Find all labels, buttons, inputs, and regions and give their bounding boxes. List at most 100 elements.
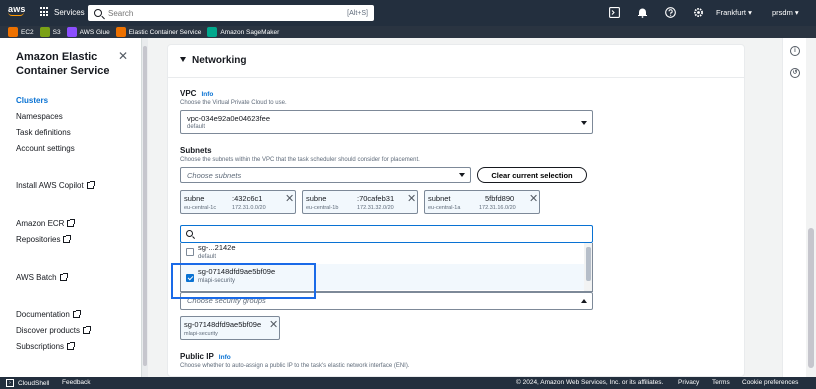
- sidebar-item-repositories[interactable]: Repositories: [16, 235, 72, 244]
- privacy-link[interactable]: Privacy: [678, 379, 699, 386]
- sidebar-item-label: Discover products: [16, 326, 81, 335]
- public-ip-info-link[interactable]: Info: [219, 354, 231, 361]
- top-navigation: aws Services [Alt+S] Frankfurt ▾ prsdm ▾: [0, 0, 816, 26]
- footer-label: CloudShell: [18, 379, 50, 387]
- global-search-input[interactable]: [108, 8, 348, 18]
- services-menu-button[interactable]: Services: [40, 7, 85, 17]
- sidebar-item-label: Install AWS Copilot: [16, 181, 84, 190]
- sidebar-item-amazon-ecr[interactable]: Amazon ECR: [16, 219, 76, 228]
- sidebar-item-label: AWS Batch: [16, 273, 57, 282]
- sidebar-item-aws-batch[interactable]: AWS Batch: [16, 273, 68, 282]
- info-icon[interactable]: i: [790, 46, 800, 56]
- close-icon[interactable]: ✕: [118, 49, 128, 63]
- cookie-preferences-link[interactable]: Cookie preferences: [742, 379, 798, 386]
- history-icon[interactable]: ↺: [790, 68, 800, 78]
- s3-service-icon: [39, 27, 50, 37]
- remove-subnet-close-icon[interactable]: ✕: [529, 192, 538, 205]
- subnet-name-suffix: :70cafeb31: [357, 194, 395, 203]
- cloudshell-button[interactable]: › CloudShell: [6, 379, 49, 387]
- sidebar-title: Amazon Elastic Container Service: [16, 51, 110, 77]
- subnet-token: subne :70cafeb31 eu-central-1b 172.31.32…: [302, 190, 418, 214]
- sidebar-item-label: Repositories: [16, 235, 61, 244]
- favorite-label: Amazon SageMaker: [220, 28, 280, 36]
- remove-security-group-close-icon[interactable]: ✕: [269, 318, 278, 331]
- subnets-placeholder: Choose subnets: [187, 171, 242, 180]
- scrollbar-thumb[interactable]: [143, 46, 147, 366]
- remove-subnet-close-icon[interactable]: ✕: [407, 192, 416, 205]
- external-link-icon: [86, 181, 95, 189]
- tools-rail: i ↺: [782, 38, 806, 377]
- subnet-cidr: 172.31.32.0/20: [357, 205, 394, 211]
- favorite-sagemaker[interactable]: Amazon SageMaker: [207, 27, 279, 37]
- option-id: sg-...2142e: [198, 243, 236, 252]
- subnet-cidr: 172.31.0.0/20: [232, 205, 266, 211]
- public-ip-label: Public IP Info: [180, 352, 231, 361]
- ecs-service-icon: [115, 27, 126, 37]
- favorite-ec2[interactable]: EC2: [8, 27, 34, 37]
- favorite-glue[interactable]: AWS Glue: [66, 27, 110, 37]
- sidebar-item-namespaces[interactable]: Namespaces: [16, 112, 63, 121]
- page-scrollbar[interactable]: [806, 38, 816, 377]
- account-menu[interactable]: prsdm ▾: [772, 8, 799, 17]
- sidebar-item-subscriptions[interactable]: Subscriptions: [16, 342, 76, 351]
- field-label-text: VPC: [180, 89, 197, 98]
- list-item[interactable]: sg-...2142e default: [181, 243, 584, 263]
- bell-icon[interactable]: [636, 7, 648, 19]
- favorite-label: EC2: [21, 28, 34, 36]
- vpc-info-link[interactable]: Info: [201, 91, 213, 98]
- terms-link[interactable]: Terms: [712, 379, 730, 386]
- feedback-link[interactable]: Feedback: [62, 379, 91, 386]
- caret-down-icon: [180, 57, 186, 62]
- selection-highlight-box: [171, 263, 316, 299]
- sagemaker-service-icon: [207, 27, 218, 37]
- scrollbar-thumb[interactable]: [586, 247, 591, 281]
- vpc-value: vpc-034e92a0e04623fee: [187, 114, 270, 123]
- subnet-name-prefix: subne: [306, 194, 327, 203]
- favorites-bar: EC2 S3 AWS Glue Elastic Container Servic…: [0, 26, 816, 38]
- sidebar-item-label: Amazon ECR: [16, 219, 65, 228]
- sidebar-scrollbar[interactable]: [142, 38, 148, 377]
- caret-down-icon: [581, 121, 587, 125]
- subnet-token: subnet 5fbfd890 eu-central-1a 172.31.16.…: [424, 190, 540, 214]
- security-group-search-input[interactable]: [180, 225, 593, 243]
- favorite-s3[interactable]: S3: [39, 27, 61, 37]
- footer-bar: › CloudShell Feedback © 2024, Amazon Web …: [0, 377, 816, 389]
- region-selector[interactable]: Frankfurt ▾: [716, 8, 752, 17]
- ec2-service-icon: [8, 27, 18, 37]
- networking-section-toggle[interactable]: Networking: [180, 55, 246, 66]
- divider: [168, 77, 744, 78]
- favorite-ecs[interactable]: Elastic Container Service: [115, 27, 202, 37]
- sidebar-item-account-settings[interactable]: Account settings: [16, 144, 75, 153]
- sidebar-item-clusters[interactable]: Clusters: [16, 96, 48, 105]
- services-label: Services: [54, 7, 85, 17]
- aws-logo[interactable]: aws: [8, 4, 28, 22]
- subnet-name-prefix: subne: [184, 194, 205, 203]
- search-shortcut: [Alt+S]: [347, 9, 368, 17]
- sidebar-item-label: Documentation: [16, 310, 70, 319]
- glue-service-icon: [66, 27, 77, 37]
- favorite-label: Elastic Container Service: [128, 28, 202, 36]
- cloudshell-icon[interactable]: [608, 7, 620, 19]
- clear-selection-button[interactable]: Clear current selection: [477, 167, 587, 183]
- remove-subnet-close-icon[interactable]: ✕: [285, 192, 294, 205]
- external-link-icon: [67, 342, 76, 350]
- external-link-icon: [63, 235, 72, 243]
- copyright-text: © 2024, Amazon Web Services, Inc. or its…: [516, 379, 664, 386]
- global-search[interactable]: [Alt+S]: [88, 5, 374, 21]
- subnet-token: subne :432c6c1 eu-central-1c 172.31.0.0/…: [180, 190, 296, 214]
- help-icon[interactable]: [664, 7, 676, 19]
- vpc-description: Choose the Virtual Private Cloud to use.: [180, 100, 287, 106]
- sidebar-item-documentation[interactable]: Documentation: [16, 310, 81, 319]
- dropdown-scrollbar[interactable]: [584, 243, 592, 291]
- subnet-zone: eu-central-1a: [428, 205, 461, 211]
- scrollbar-thumb[interactable]: [808, 228, 814, 368]
- checkbox[interactable]: [186, 248, 194, 256]
- subnet-zone: eu-central-1b: [306, 205, 339, 211]
- sidebar-item-discover-products[interactable]: Discover products: [16, 326, 92, 335]
- sidebar-item-task-definitions[interactable]: Task definitions: [16, 128, 71, 137]
- settings-gear-icon[interactable]: [692, 7, 704, 19]
- subnets-select[interactable]: Choose subnets: [180, 167, 471, 183]
- vpc-select[interactable]: vpc-034e92a0e04623fee default: [180, 110, 593, 134]
- sidebar-item-install-copilot[interactable]: Install AWS Copilot: [16, 181, 95, 190]
- side-navigation: Amazon Elastic Container Service ✕ Clust…: [0, 38, 142, 377]
